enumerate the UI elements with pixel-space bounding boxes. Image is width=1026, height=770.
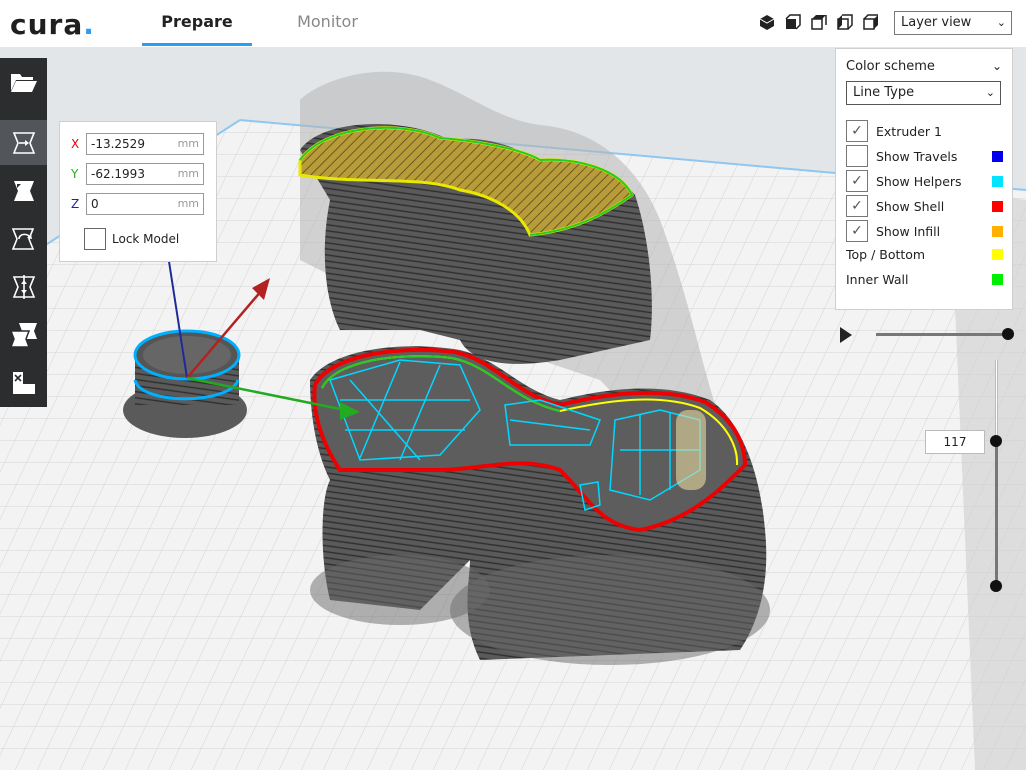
y-position-input[interactable]: -62.1993 mm [86,163,204,185]
show-helpers-checkbox[interactable]: ✓ [846,170,868,192]
cura-logo: cura. [10,8,95,41]
chevron-down-icon: ⌄ [996,16,1006,29]
show-shell-checkbox[interactable]: ✓ [846,195,868,217]
legend-item-show-helpers[interactable]: ✓ Show Helpers [846,170,1006,194]
per-model-settings-button[interactable] [0,312,47,357]
support-blocker-icon [12,371,35,394]
tab-prepare[interactable]: Prepare [142,12,252,46]
rotate-tool-button[interactable] [0,216,47,261]
current-layer-input[interactable]: 117 [925,430,985,454]
inner-wall-color-swatch [992,274,1003,285]
z-position-input[interactable]: 0 mm [86,193,204,215]
color-scheme-panel: Color scheme ⌄ Line Type ⌄ ✓ Extruder 1 S… [835,48,1013,310]
top-view-icon[interactable] [810,13,828,31]
infill-color-swatch [992,226,1003,237]
tab-monitor[interactable]: Monitor [280,12,375,46]
mirror-tool-button[interactable] [0,264,47,309]
move-tool-button[interactable] [0,120,47,165]
right-view-icon[interactable] [862,13,880,31]
z-axis-label: Z [71,197,80,211]
scale-tool-button[interactable] [0,168,47,213]
legend-item-show-shell[interactable]: ✓ Show Shell [846,195,1006,219]
travels-color-swatch [992,151,1003,162]
3d-view-icon[interactable] [758,13,776,31]
path-slider-track[interactable] [876,333,1008,336]
legend-item-extruder-1[interactable]: ✓ Extruder 1 [846,120,1006,144]
layer-slider-upper-handle[interactable] [990,435,1002,447]
rotate-tool-icon [11,227,34,250]
open-file-button[interactable] [0,58,47,106]
color-scheme-title: Color scheme [846,59,935,74]
shell-color-swatch [992,201,1003,212]
show-infill-checkbox[interactable]: ✓ [846,220,868,242]
play-simulation-icon[interactable] [840,327,852,343]
color-scheme-select[interactable]: Line Type ⌄ [846,81,1001,105]
x-axis-label: X [71,137,80,151]
legend-item-show-travels[interactable]: Show Travels [846,145,1006,169]
move-tool-panel: X -13.2529 mm Y -62.1993 mm Z 0 mm Lock Mod… [59,121,217,262]
legend-item-top-bottom: Top / Bottom [846,243,1006,267]
extruder-1-checkbox[interactable]: ✓ [846,120,868,142]
show-travels-checkbox[interactable] [846,145,868,167]
legend-item-inner-wall: Inner Wall [846,268,1006,292]
layer-slider-upper-range [995,360,998,440]
lock-model-checkbox[interactable] [84,228,106,250]
path-slider-handle[interactable] [1002,328,1014,340]
scale-tool-icon [13,180,34,201]
per-model-settings-icon [9,322,37,348]
front-view-icon[interactable] [784,13,802,31]
view-mode-select[interactable]: Layer view ⌄ [894,11,1012,35]
x-position-input[interactable]: -13.2529 mm [86,133,204,155]
left-view-icon[interactable] [836,13,854,31]
support-blocker-button[interactable] [0,360,47,405]
chevron-down-icon: ⌄ [985,86,995,99]
top-bottom-color-swatch [992,249,1003,260]
move-tool-icon [12,131,35,154]
mirror-tool-icon [12,274,35,299]
open-file-icon [10,74,37,92]
collapse-chevron-icon[interactable]: ⌄ [992,59,1002,73]
top-bar: cura. Prepare Monitor Layer view ⌄ [0,0,1026,47]
layer-slider-lower-handle[interactable] [990,580,1002,592]
helpers-color-swatch [992,176,1003,187]
lock-model-label: Lock Model [112,232,180,246]
tool-sidebar [0,58,47,407]
y-axis-label: Y [71,167,79,181]
legend-item-show-infill[interactable]: ✓ Show Infill [846,220,1006,244]
